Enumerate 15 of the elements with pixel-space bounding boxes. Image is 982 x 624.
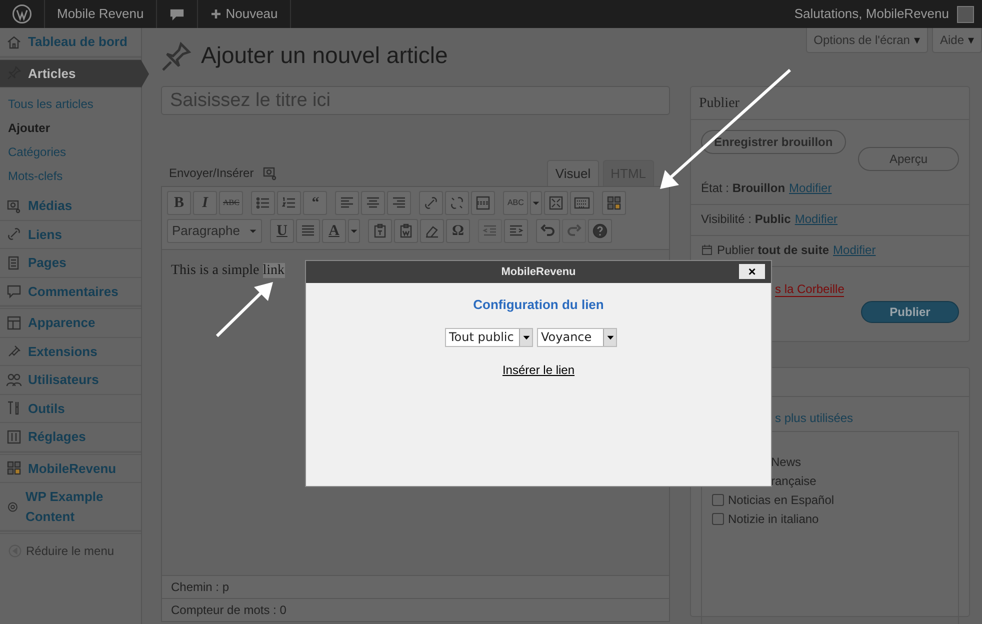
caret-icon: ▾ [968, 31, 974, 49]
panel-title: Publier [691, 87, 969, 120]
caret-icon: ▾ [914, 31, 920, 49]
publish-setting: Visibilité : Public [701, 212, 791, 226]
dialog-title: MobileRevenu [501, 264, 576, 280]
category-label: rançaise [771, 472, 816, 490]
publish-setting: Publier tout de suite [717, 243, 830, 257]
element-path: Chemin : p [162, 575, 669, 598]
category-label: Noticias en Español [728, 492, 834, 508]
dialog-heading: Configuration du lien [472, 296, 605, 314]
publish-setting: État : Brouillon [701, 181, 786, 195]
word-count: Compteur de mots : 0 [162, 598, 669, 621]
category-label: News [771, 454, 802, 470]
category-label: Notizie in italiano [728, 510, 819, 528]
page-title: Ajouter un nouvel article [201, 42, 448, 70]
